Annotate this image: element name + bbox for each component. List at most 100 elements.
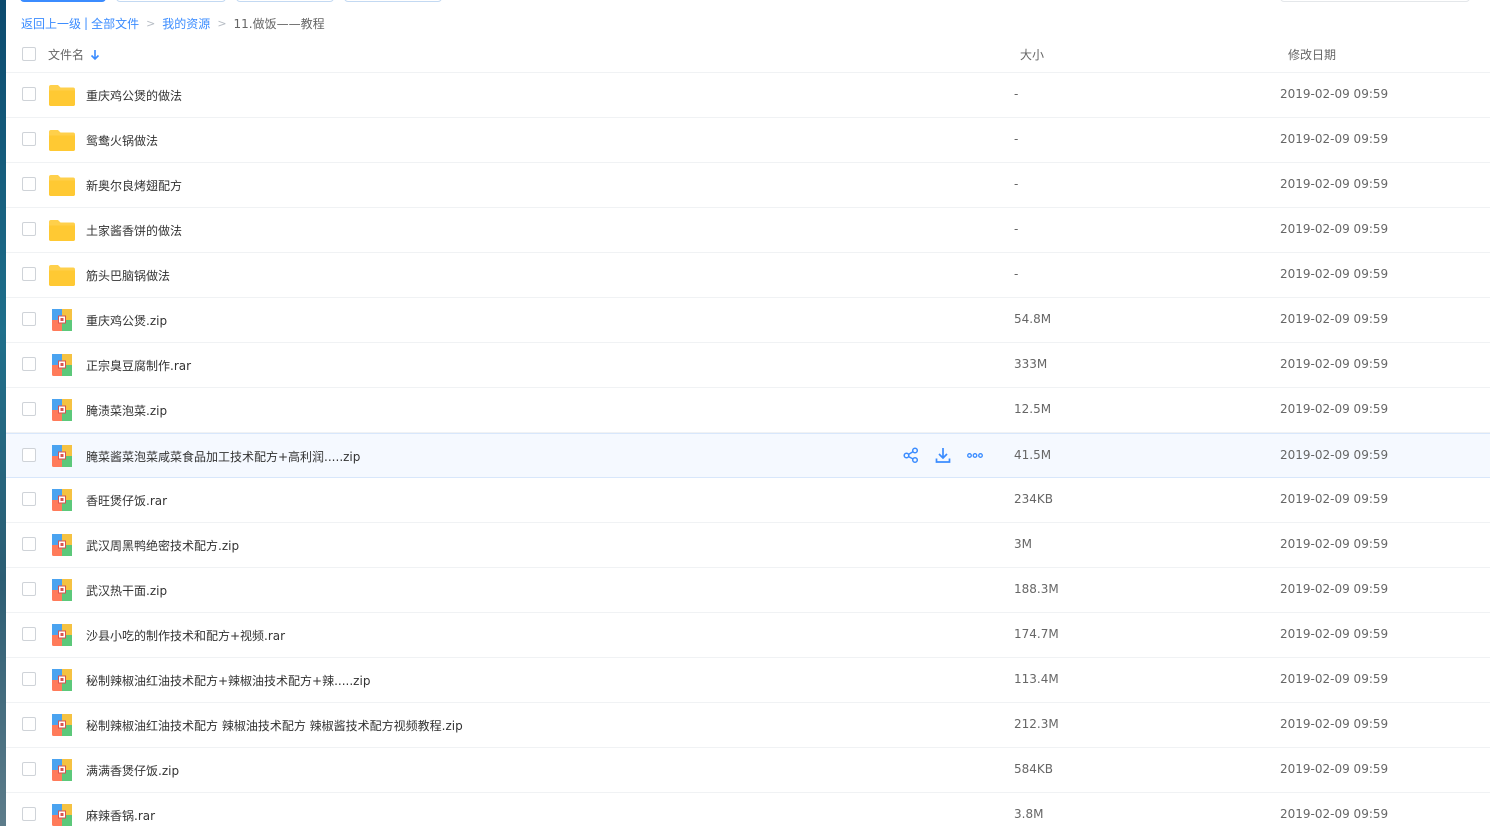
row-checkbox[interactable] — [22, 132, 36, 146]
select-all-checkbox[interactable] — [22, 47, 36, 61]
file-list-header: 文件名 大小 修改日期 — [6, 36, 1490, 73]
file-name-link[interactable]: 筋头巴脑锅做法 — [86, 267, 170, 284]
archive-icon[interactable] — [48, 668, 76, 692]
toolbar-button[interactable] — [236, 0, 334, 2]
file-name-link[interactable]: 沙县小吃的制作技术和配方+视频.rar — [86, 627, 285, 644]
archive-icon[interactable] — [48, 713, 76, 737]
file-row[interactable]: 正宗臭豆腐制作.rar 333M 2019-02-09 09:59 — [6, 343, 1490, 388]
file-size: - — [1014, 132, 1019, 146]
share-icon[interactable] — [902, 446, 920, 464]
archive-icon[interactable] — [48, 353, 76, 377]
file-name-link[interactable]: 新奥尔良烤翅配方 — [86, 177, 182, 194]
folder-icon[interactable] — [48, 83, 76, 107]
archive-icon[interactable] — [48, 533, 76, 557]
file-name-link[interactable]: 秘制辣椒油红油技术配方 辣椒油技术配方 辣椒酱技术配方视频教程.zip — [86, 717, 463, 734]
file-name-link[interactable]: 正宗臭豆腐制作.rar — [86, 357, 191, 374]
archive-icon[interactable] — [48, 803, 76, 826]
file-row[interactable]: 秘制辣椒油红油技术配方 辣椒油技术配方 辣椒酱技术配方视频教程.zip 212.3… — [6, 703, 1490, 748]
row-checkbox[interactable] — [22, 267, 36, 281]
more-icon[interactable] — [966, 446, 984, 464]
breadcrumb: 返回上一级 | 全部文件 > 我的资源 > 11.做饭——教程 — [21, 14, 325, 32]
file-row[interactable]: 沙县小吃的制作技术和配方+视频.rar 174.7M 2019-02-09 09:5… — [6, 613, 1490, 658]
row-checkbox[interactable] — [22, 627, 36, 641]
file-name-link[interactable]: 秘制辣椒油红油技术配方+辣椒油技术配方+辣.....zip — [86, 672, 370, 689]
file-row[interactable]: 鸳鸯火锅做法 - 2019-02-09 09:59 — [6, 118, 1490, 163]
file-modified-date: 2019-02-09 09:59 — [1280, 132, 1389, 146]
file-name-link[interactable]: 满满香煲仔饭.zip — [86, 762, 179, 779]
breadcrumb-current: 11.做饭——教程 — [233, 16, 325, 31]
row-checkbox[interactable] — [22, 582, 36, 596]
file-size: 54.8M — [1014, 312, 1052, 326]
row-checkbox[interactable] — [22, 312, 36, 326]
row-checkbox[interactable] — [22, 222, 36, 236]
archive-icon[interactable] — [48, 578, 76, 602]
breadcrumb-my-resources-link[interactable]: 我的资源 — [162, 15, 210, 32]
date-column-header[interactable]: 修改日期 — [1288, 46, 1336, 63]
row-actions — [902, 446, 984, 464]
file-row[interactable]: 武汉周黑鸭绝密技术配方.zip 3M 2019-02-09 09:59 — [6, 523, 1490, 568]
file-size: 41.5M — [1014, 448, 1052, 462]
file-row[interactable]: 武汉热干面.zip 188.3M 2019-02-09 09:59 — [6, 568, 1490, 613]
file-row[interactable]: 筋头巴脑锅做法 - 2019-02-09 09:59 — [6, 253, 1490, 298]
file-name-link[interactable]: 腌渍菜泡菜.zip — [86, 402, 167, 419]
folder-icon[interactable] — [48, 263, 76, 287]
row-checkbox[interactable] — [22, 537, 36, 551]
file-row[interactable]: 麻辣香锅.rar 3.8M 2019-02-09 09:59 — [6, 793, 1490, 826]
archive-icon[interactable] — [48, 623, 76, 647]
folder-icon[interactable] — [48, 218, 76, 242]
row-checkbox[interactable] — [22, 807, 36, 821]
toolbar-button[interactable] — [344, 0, 442, 2]
file-name-link[interactable]: 武汉热干面.zip — [86, 582, 167, 599]
archive-icon[interactable] — [48, 488, 76, 512]
file-row[interactable]: 重庆鸡公煲.zip 54.8M 2019-02-09 09:59 — [6, 298, 1490, 343]
file-row[interactable]: 新奥尔良烤翅配方 - 2019-02-09 09:59 — [6, 163, 1490, 208]
folder-icon[interactable] — [48, 173, 76, 197]
file-row[interactable]: 满满香煲仔饭.zip 584KB 2019-02-09 09:59 — [6, 748, 1490, 793]
row-checkbox[interactable] — [22, 762, 36, 776]
file-row[interactable]: 香旺煲仔饭.rar 234KB 2019-02-09 09:59 — [6, 478, 1490, 523]
row-checkbox[interactable] — [22, 177, 36, 191]
file-size: 333M — [1014, 357, 1048, 371]
file-name-link[interactable]: 重庆鸡公煲.zip — [86, 312, 167, 329]
file-name-link[interactable]: 重庆鸡公煲的做法 — [86, 87, 182, 104]
row-checkbox[interactable] — [22, 672, 36, 686]
file-modified-date: 2019-02-09 09:59 — [1280, 537, 1389, 551]
file-row[interactable]: 土家酱香饼的做法 - 2019-02-09 09:59 — [6, 208, 1490, 253]
file-size: 3.8M — [1014, 807, 1044, 821]
file-size: 12.5M — [1014, 402, 1052, 416]
file-name-link[interactable]: 香旺煲仔饭.rar — [86, 492, 167, 509]
file-modified-date: 2019-02-09 09:59 — [1280, 402, 1389, 416]
download-icon[interactable] — [934, 446, 952, 464]
file-name-link[interactable]: 鸳鸯火锅做法 — [86, 132, 158, 149]
row-checkbox[interactable] — [22, 717, 36, 731]
row-checkbox[interactable] — [22, 357, 36, 371]
file-name-link[interactable]: 武汉周黑鸭绝密技术配方.zip — [86, 537, 239, 554]
file-name-link[interactable]: 腌菜酱菜泡菜咸菜食品加工技术配方+高利润.....zip — [86, 448, 360, 465]
row-checkbox[interactable] — [22, 87, 36, 101]
file-name-link[interactable]: 土家酱香饼的做法 — [86, 222, 182, 239]
breadcrumb-back-link[interactable]: 返回上一级 — [21, 15, 81, 32]
archive-icon[interactable] — [48, 398, 76, 422]
file-modified-date: 2019-02-09 09:59 — [1280, 807, 1389, 821]
row-checkbox[interactable] — [22, 448, 36, 462]
archive-icon[interactable] — [48, 308, 76, 332]
file-row[interactable]: 重庆鸡公煲的做法 - 2019-02-09 09:59 — [6, 73, 1490, 118]
file-row[interactable]: 腌菜酱菜泡菜咸菜食品加工技术配方+高利润.....zip 41.5M 2019-02… — [6, 433, 1490, 478]
size-column-header[interactable]: 大小 — [1020, 46, 1044, 63]
search-box[interactable] — [1280, 0, 1470, 2]
toolbar-button[interactable] — [116, 0, 226, 2]
archive-icon[interactable] — [48, 444, 76, 468]
file-row[interactable]: 秘制辣椒油红油技术配方+辣椒油技术配方+辣.....zip 113.4M 2019-… — [6, 658, 1490, 703]
file-modified-date: 2019-02-09 09:59 — [1280, 222, 1389, 236]
file-row[interactable]: 腌渍菜泡菜.zip 12.5M 2019-02-09 09:59 — [6, 388, 1490, 433]
file-modified-date: 2019-02-09 09:59 — [1280, 717, 1389, 731]
folder-icon[interactable] — [48, 128, 76, 152]
breadcrumb-all-files-link[interactable]: 全部文件 — [91, 15, 139, 32]
row-checkbox[interactable] — [22, 492, 36, 506]
name-column-header[interactable]: 文件名 — [48, 46, 100, 63]
archive-icon[interactable] — [48, 758, 76, 782]
row-checkbox[interactable] — [22, 402, 36, 416]
sort-down-icon[interactable] — [90, 49, 100, 61]
file-name-link[interactable]: 麻辣香锅.rar — [86, 807, 155, 824]
toolbar-primary-button[interactable] — [20, 0, 106, 2]
